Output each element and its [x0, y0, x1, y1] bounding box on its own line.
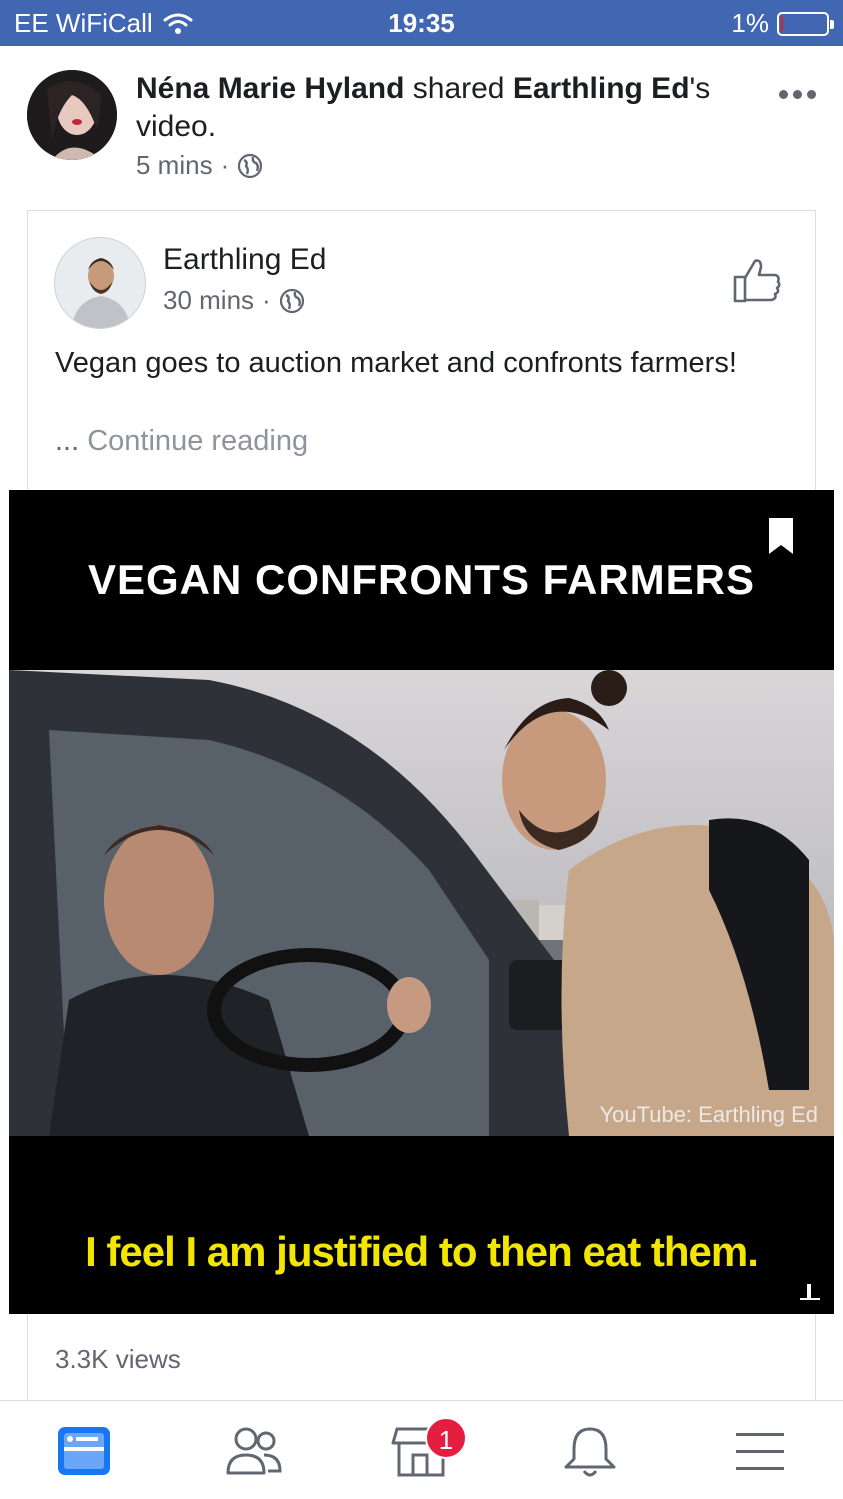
news-feed-icon[interactable]: [54, 1423, 114, 1479]
view-count: 3.3K views: [55, 1344, 181, 1374]
share-object: video.: [136, 110, 217, 143]
more-options-button[interactable]: [779, 84, 819, 104]
status-time: 19:35: [388, 8, 455, 38]
status-bar: EE WiFiCall 19:35 1%: [0, 0, 843, 46]
battery-percent: 1%: [731, 8, 769, 38]
continue-reading-link[interactable]: Continue reading: [87, 425, 308, 457]
inner-time[interactable]: 30 mins: [163, 285, 254, 316]
volume-icon[interactable]: [798, 1280, 822, 1302]
meta-separator: ·: [220, 150, 230, 180]
video-frame: [9, 670, 834, 1136]
video-scene: [9, 670, 834, 1136]
share-meta: 5 mins ·: [136, 150, 263, 181]
post-text: Vegan goes to auction market and confron…: [55, 347, 737, 379]
bottom-tab-bar: 1: [0, 1400, 843, 1499]
share-action: shared: [412, 72, 505, 105]
inner-author-name[interactable]: Earthling Ed: [163, 243, 326, 277]
inner-meta: 30 mins ·: [163, 285, 305, 316]
avatar[interactable]: [27, 70, 117, 160]
original-author-link[interactable]: Earthling Ed's: [513, 72, 710, 105]
globe-icon: [279, 288, 304, 313]
bell-icon[interactable]: [560, 1423, 620, 1479]
original-author-name: Earthling Ed: [512, 72, 690, 105]
avatar-photo: [27, 70, 117, 160]
meta-separator: ·: [262, 285, 271, 315]
globe-icon: [238, 153, 263, 178]
marketplace-badge: 1: [425, 1417, 467, 1459]
share-header: Néna Marie Hyland shared Earthling Ed's …: [0, 46, 843, 206]
share-headline: Néna Marie Hyland shared Earthling Ed's …: [136, 70, 756, 146]
continue-reading: ... Continue reading: [55, 425, 308, 458]
more-horizontal-icon: [779, 89, 788, 99]
ellipsis: ...: [55, 425, 80, 457]
battery-icon: [777, 11, 834, 36]
share-author-link[interactable]: Néna Marie Hyland: [136, 72, 404, 105]
possessive-suffix: 's: [689, 72, 711, 105]
status-right: 1%: [731, 8, 834, 39]
friends-icon[interactable]: [224, 1423, 284, 1479]
video-subtitle: I feel I am justified to then eat them.: [85, 1228, 759, 1275]
share-time[interactable]: 5 mins: [136, 150, 213, 181]
hamburger-menu-icon[interactable]: [730, 1423, 790, 1479]
bookmark-icon[interactable]: [766, 516, 796, 556]
inner-avatar-photo: [55, 238, 145, 328]
inner-avatar[interactable]: [54, 237, 146, 329]
video-watermark: YouTube: Earthling Ed: [599, 1102, 818, 1127]
video-player[interactable]: VEGAN CONFRONTS FARMERS YouTube: Earthli…: [9, 490, 834, 1314]
more-dot: [793, 89, 802, 99]
battery-fill: [781, 15, 783, 32]
video-title: VEGAN CONFRONTS FARMERS: [87, 556, 756, 603]
more-dot: [807, 89, 816, 99]
thumbs-up-icon[interactable]: [731, 255, 783, 307]
